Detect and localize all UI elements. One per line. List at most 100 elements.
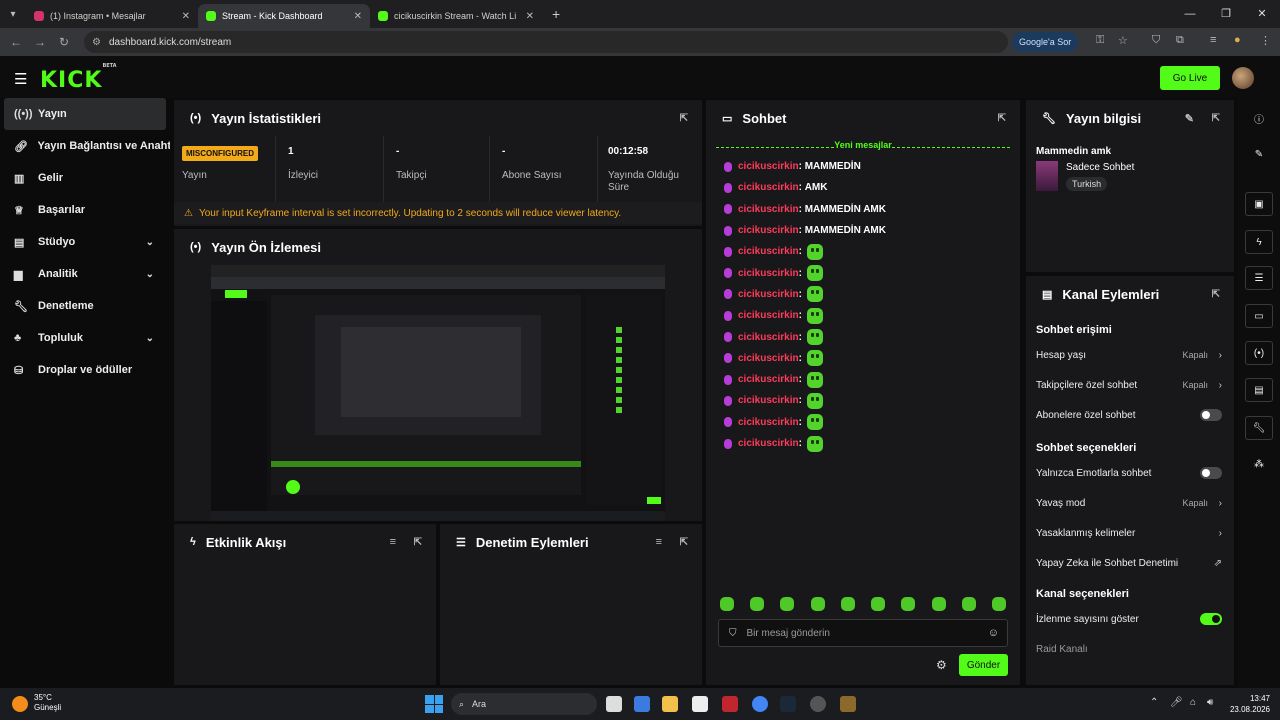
emote-icon[interactable] — [871, 597, 886, 611]
extensions-icon[interactable]: ⧉ — [1176, 34, 1184, 47]
popout-icon[interactable]: ⇱ — [414, 537, 422, 548]
tab-search-icon[interactable]: ▾ — [0, 0, 26, 28]
emote-icon[interactable] — [720, 597, 734, 611]
chat-username[interactable]: cicikuscirkin — [738, 289, 799, 300]
sidebar-item-droplar[interactable]: ⛁ Droplar ve ödüller — [0, 354, 170, 386]
raid-channel-setting[interactable]: Raid Kanalı — [1026, 634, 1234, 664]
close-tab-icon[interactable]: ✕ — [526, 11, 534, 22]
info-icon[interactable]: ⓘ — [1245, 106, 1273, 130]
hamburger-menu-icon[interactable]: ☰ — [14, 70, 27, 88]
microphone-icon[interactable]: 🎤︎ — [1170, 697, 1183, 708]
chat-username[interactable]: cicikuscirkin — [738, 182, 799, 193]
stats-widget-icon[interactable]: ▣ — [1245, 192, 1273, 216]
chat-username[interactable]: cicikuscirkin — [738, 353, 799, 364]
sidebar-item-stream-key[interactable]: 🔗︎ Yayın Bağlantısı ve Anahtar — [0, 130, 170, 162]
copilot-icon[interactable] — [634, 696, 650, 712]
lightning-icon[interactable]: ϟ — [1245, 230, 1273, 254]
shield-icon[interactable]: ⛉ — [1152, 34, 1160, 47]
app-circle-icon[interactable] — [810, 696, 826, 712]
edit-pencil-icon[interactable]: ✎ — [1245, 142, 1273, 166]
popout-icon[interactable]: ⇱ — [998, 113, 1006, 124]
tab-instagram[interactable]: (1) Instagram • Mesajlar ✕ — [26, 4, 198, 28]
popout-icon[interactable]: ⇱ — [1212, 289, 1220, 300]
maximize-icon[interactable]: ❐ — [1208, 0, 1244, 28]
url-field[interactable]: ⚙ dashboard.kick.com/stream — [84, 31, 1008, 53]
game-icon[interactable] — [840, 696, 856, 712]
chat-username[interactable]: cicikuscirkin — [738, 374, 799, 385]
share-icon[interactable]: ⁂ — [1245, 452, 1273, 476]
file-explorer-icon[interactable] — [662, 696, 678, 712]
emote-icon[interactable] — [780, 597, 795, 611]
forward-icon[interactable]: → — [28, 35, 52, 49]
profile-icon[interactable]: ● — [1234, 34, 1241, 46]
chat-username[interactable]: cicikuscirkin — [738, 204, 799, 215]
task-view-icon[interactable] — [606, 696, 622, 712]
chat-username[interactable]: cicikuscirkin — [738, 268, 799, 279]
sidebar-item-studyo[interactable]: ▤ Stüdyo ⌄ — [0, 226, 170, 258]
password-key-icon[interactable]: ⚿ — [1096, 34, 1104, 47]
followers-only-setting[interactable]: Takipçilere özel sohbet Kapalı › — [1026, 370, 1234, 400]
emoji-icon[interactable]: ☺ — [988, 627, 999, 639]
edit-pencil-icon[interactable]: ✎ — [1185, 112, 1194, 125]
emote-icon[interactable] — [931, 597, 946, 611]
broadcast-icon[interactable]: (•) — [1245, 341, 1273, 365]
site-info-icon[interactable]: ⚙ — [92, 37, 101, 48]
channel-icon[interactable]: ▤ — [1245, 378, 1273, 402]
chat-message-input[interactable]: ⛉ Bir mesaj gönderin ☺ — [718, 619, 1008, 647]
emote-icon[interactable] — [901, 597, 916, 611]
bookmark-star-icon[interactable]: ☆ — [1118, 34, 1128, 47]
tray-chevron-icon[interactable]: ⌃ — [1150, 697, 1158, 708]
emote-icon[interactable] — [840, 597, 855, 611]
app-red-icon[interactable] — [722, 696, 738, 712]
reload-icon[interactable]: ↻ — [52, 35, 76, 49]
banned-words-setting[interactable]: Yasaklanmış kelimeler › — [1026, 518, 1234, 548]
tab-kick-dashboard[interactable]: Stream - Kick Dashboard ✕ — [198, 4, 370, 28]
volume-icon[interactable]: 🔊︎ — [1207, 697, 1213, 708]
popout-icon[interactable]: ⇱ — [680, 537, 688, 548]
weather-widget[interactable]: 35°C Güneşli — [34, 693, 61, 713]
emote-only-toggle[interactable] — [1200, 467, 1222, 479]
close-window-icon[interactable]: ✕ — [1244, 0, 1280, 28]
emote-icon[interactable] — [961, 597, 976, 611]
google-ask-button[interactable]: Google'a Sor — [1012, 32, 1079, 52]
chat-username[interactable]: cicikuscirkin — [738, 225, 799, 236]
chat-username[interactable]: cicikuscirkin — [738, 310, 799, 321]
filter-icon[interactable]: ≡ — [390, 536, 396, 548]
clock[interactable]: 13:47 23.08.2026 — [1226, 693, 1270, 715]
new-tab-icon[interactable]: + — [552, 6, 560, 22]
send-button[interactable]: Gönder — [959, 654, 1008, 676]
sidebar-item-analitik[interactable]: ▆ Analitik ⌄ — [0, 258, 170, 290]
emote-icon[interactable] — [810, 597, 825, 611]
show-viewers-toggle[interactable] — [1200, 613, 1222, 625]
ai-moderation-setting[interactable]: Yapay Zeka ile Sohbet Denetimi ⇗ — [1026, 548, 1234, 578]
sidebar-item-topluluk[interactable]: ♣ Topluluk ⌄ — [0, 322, 170, 354]
store-icon[interactable] — [692, 696, 708, 712]
sidebar-item-gelir[interactable]: ▥ Gelir — [0, 162, 170, 194]
chrome-icon[interactable] — [752, 696, 768, 712]
account-age-setting[interactable]: Hesap yaşı Kapalı › — [1026, 340, 1234, 370]
emote-icon[interactable] — [750, 597, 765, 611]
chat-username[interactable]: cicikuscirkin — [738, 161, 799, 172]
kick-logo[interactable]: KICKBETA — [40, 63, 117, 93]
subscribers-only-toggle[interactable] — [1200, 409, 1222, 421]
taskbar-search[interactable]: ⌕ Ara — [451, 693, 597, 715]
sidebar-item-yayin[interactable]: ((•)) Yayın — [4, 98, 166, 130]
chat-username[interactable]: cicikuscirkin — [738, 332, 799, 343]
back-icon[interactable]: ← — [4, 35, 28, 49]
chat-username[interactable]: cicikuscirkin — [738, 417, 799, 428]
emote-icon[interactable] — [991, 597, 1006, 611]
close-tab-icon[interactable]: ✕ — [182, 11, 190, 22]
chat-username[interactable]: cicikuscirkin — [738, 438, 799, 449]
stream-preview-video[interactable] — [211, 265, 665, 521]
queue-icon[interactable]: ≡ — [1210, 34, 1216, 46]
sidebar-item-basarilar[interactable]: ♕ Başarılar — [0, 194, 170, 226]
menu-dots-icon[interactable]: ⋮ — [1260, 34, 1271, 47]
chat-settings-gear-icon[interactable]: ⚙ — [936, 658, 947, 672]
chat-username[interactable]: cicikuscirkin — [738, 395, 799, 406]
minimize-icon[interactable]: — — [1172, 0, 1208, 28]
popout-icon[interactable]: ⇱ — [680, 113, 688, 124]
chat-bubble-icon[interactable]: ▭ — [1245, 304, 1273, 328]
close-tab-icon[interactable]: ✕ — [354, 11, 362, 22]
popout-icon[interactable]: ⇱ — [1212, 113, 1220, 124]
list-icon[interactable]: ☰ — [1245, 266, 1273, 290]
